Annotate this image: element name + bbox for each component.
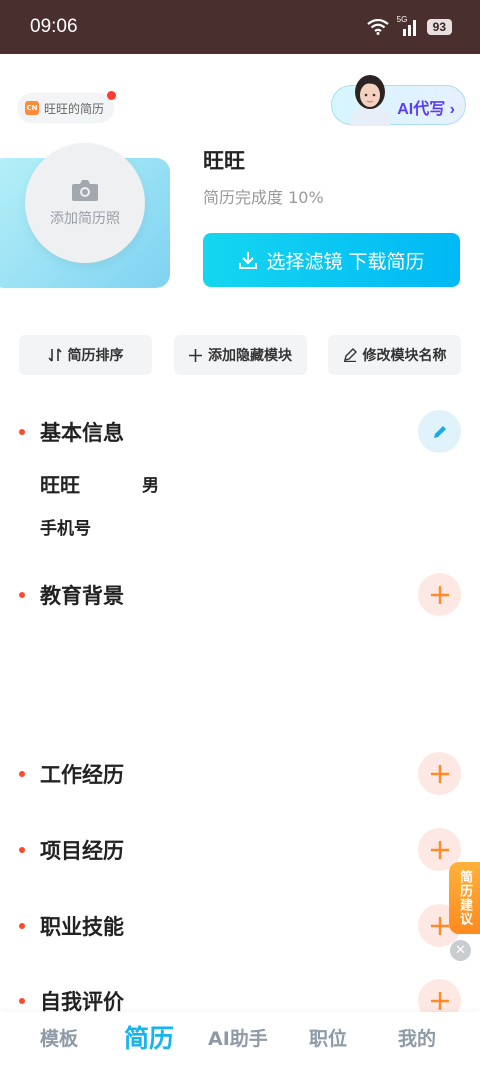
download-resume-button[interactable]: 选择滤镜 下载简历 [203, 233, 460, 287]
sort-resume-label: 简历排序 [67, 348, 124, 364]
nav-templates[interactable]: 模板 [40, 1024, 78, 1051]
toggle-modules-label: 添加隐藏模块 [208, 348, 292, 364]
rename-modules-button[interactable]: 修改模块名称 [328, 335, 461, 375]
nav-jobs[interactable]: 职位 [309, 1024, 347, 1051]
basic-info-gender: 男 [142, 476, 159, 496]
pencil-icon [343, 348, 357, 362]
bottom-nav: 模板 简历 AI助手 职位 我的 [0, 1012, 480, 1072]
section-basic-info: 基本信息 [0, 410, 480, 454]
signal-icon: 5G [397, 15, 419, 36]
add-photo-button[interactable]: 添加简历照 [25, 143, 145, 263]
plus-icon [430, 764, 449, 783]
section-skills: 职业技能 [0, 904, 480, 948]
add-education-button[interactable] [418, 573, 461, 616]
profile-name: 旺旺 [203, 149, 245, 173]
toggle-modules-button[interactable]: 添加隐藏模块 [174, 335, 307, 375]
section-title: 基本信息 [40, 421, 124, 445]
section-dot [19, 429, 25, 435]
section-dot [19, 923, 25, 929]
plus-icon [430, 585, 449, 604]
chevron-right-icon: › [449, 101, 455, 118]
section-title: 工作经历 [40, 763, 124, 787]
ai-write-text: AI代写 [397, 101, 446, 118]
wifi-icon [366, 19, 389, 35]
nav-mine[interactable]: 我的 [398, 1024, 436, 1051]
status-time: 09:06 [30, 16, 78, 37]
basic-info-phone: 手机号 [40, 519, 91, 539]
section-project: 项目经历 [0, 828, 480, 872]
ai-write-label: AI代写 › [397, 95, 455, 119]
pencil-icon [433, 425, 446, 438]
section-dot [19, 847, 25, 853]
nav-resume[interactable]: 简历 [124, 1019, 174, 1055]
section-dot [19, 771, 25, 777]
section-title: 教育背景 [40, 584, 124, 608]
section-education: 教育背景 [0, 573, 480, 617]
battery-indicator: 93 [426, 19, 452, 35]
section-dot [19, 998, 25, 1004]
rename-modules-label: 修改模块名称 [362, 348, 447, 364]
section-work: 工作经历 [0, 752, 480, 796]
sort-resume-button[interactable]: 简历排序 [19, 335, 152, 375]
nav-ai-assistant[interactable]: AI助手 [208, 1024, 268, 1051]
add-photo-label: 添加简历照 [50, 211, 120, 227]
plus-icon [189, 348, 202, 362]
camera-icon [72, 180, 98, 201]
basic-info-name: 旺旺 [40, 473, 80, 497]
sort-icon [47, 348, 62, 362]
plus-icon [430, 840, 449, 859]
plus-icon [430, 916, 449, 935]
section-dot [19, 592, 25, 598]
notification-dot [107, 91, 117, 100]
download-icon [239, 252, 258, 269]
section-title: 项目经历 [40, 839, 124, 863]
edit-basic-info-button[interactable] [418, 410, 461, 453]
completion-text: 简历完成度 10% [203, 188, 324, 207]
resume-name-tag[interactable]: CN 旺旺的简历 [17, 91, 117, 123]
section-title: 职业技能 [40, 915, 124, 939]
status-icons: 5G 93 [366, 15, 452, 36]
ai-write-button[interactable]: AI代写 › [331, 75, 466, 126]
resume-suggestion-tab[interactable]: 简历建议 [449, 862, 480, 934]
language-cn-icon: CN [25, 101, 39, 115]
add-work-button[interactable] [418, 752, 461, 795]
resume-name-label: 旺旺的简历 [44, 101, 105, 116]
close-icon[interactable]: ✕ [450, 940, 471, 961]
plus-icon [430, 991, 449, 1010]
ai-assistant-avatar-icon [350, 75, 390, 126]
status-bar: 09:06 5G 93 [0, 0, 480, 54]
download-resume-label: 选择滤镜 下载简历 [266, 250, 425, 273]
